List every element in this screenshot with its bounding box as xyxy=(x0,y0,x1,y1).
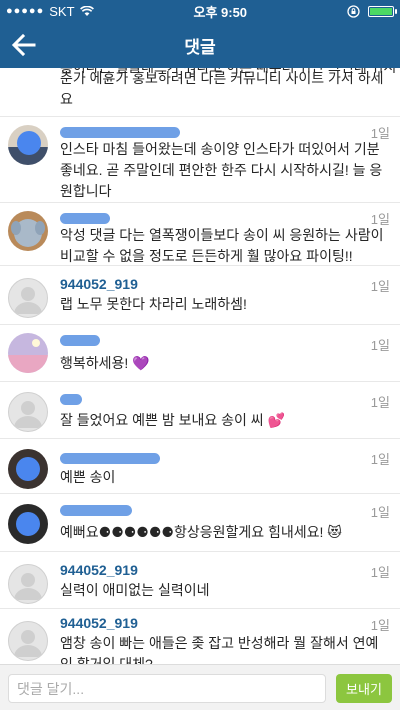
comment-list[interactable]: 홍이라는 멜들레트가 뭐라고 이른 때부터 쉬잔 그런데 위시 춘가 에휸가 홍… xyxy=(0,68,400,664)
divider xyxy=(0,116,400,117)
status-right xyxy=(347,4,397,18)
username-redacted[interactable] xyxy=(60,335,100,346)
avatar[interactable] xyxy=(8,564,48,604)
page-title: 댓글 xyxy=(184,37,216,57)
avatar[interactable] xyxy=(8,449,48,489)
username-redacted[interactable] xyxy=(60,505,132,516)
username[interactable]: 944052_919 xyxy=(60,615,138,631)
clipped-text-line: 홍이라는 멜들레트가 뭐라고 이른 때부터 쉬잔 그런데 위시 xyxy=(60,68,396,78)
comment-time: 1일 xyxy=(370,338,390,353)
comment-text: 인스타 마침 들어왔는데 송이양 인스타가 떠있어서 기분좋네요. 곧 주말인데… xyxy=(60,141,383,199)
avatar[interactable] xyxy=(8,125,48,165)
comment-text: 악성 댓글 다는 열폭쟁이들보다 송이 씨 응원하는 사람이 비교할 수 없을 … xyxy=(60,227,384,264)
comment-fragment: 홍이라는 멜들레트가 뭐라고 이른 때부터 쉬잔 그런데 위시 춘가 에휸가 홍… xyxy=(60,68,396,110)
rotation-lock-icon xyxy=(347,4,360,18)
username-redacted[interactable] xyxy=(60,213,110,224)
status-left: ●●●●● SKT xyxy=(6,4,94,19)
back-arrow-icon[interactable] xyxy=(10,31,38,59)
signal-dots-icon: ●●●●● xyxy=(6,5,45,17)
comment-time: 1일 xyxy=(370,505,390,520)
divider xyxy=(0,608,400,609)
comment-text: 랩 노무 못한다 차라리 노래하셈! xyxy=(60,296,247,312)
username-redacted[interactable] xyxy=(60,127,180,138)
divider xyxy=(0,202,400,203)
default-avatar-icon xyxy=(14,630,42,657)
divider xyxy=(0,493,400,494)
username-redacted[interactable] xyxy=(60,394,82,405)
carrier-label: SKT xyxy=(49,3,75,19)
status-bar: ●●●●● SKT 오후 9:50 xyxy=(0,0,400,22)
avatar[interactable] xyxy=(8,621,48,661)
avatar[interactable] xyxy=(8,211,48,251)
username[interactable]: 944052_919 xyxy=(60,562,138,578)
comment-text: 실력이 애미없는 실력이네 xyxy=(60,582,210,598)
divider xyxy=(0,324,400,325)
comment-text: 행복하세용! 💜 xyxy=(60,355,150,371)
divider xyxy=(0,551,400,552)
comment-time: 1일 xyxy=(370,395,390,410)
comment-input-bar: 보내기 xyxy=(0,664,400,710)
status-time: 오후 9:50 xyxy=(193,4,248,20)
send-button[interactable]: 보내기 xyxy=(336,674,392,703)
wifi-icon xyxy=(79,5,94,16)
battery-icon xyxy=(368,5,397,17)
comment-time: 1일 xyxy=(370,565,390,580)
header-bar: 댓글 xyxy=(0,22,400,68)
comment-text: 잘 들었어요 예쁜 밤 보내요 송이 씨 💕 xyxy=(60,412,285,428)
avatar[interactable] xyxy=(8,278,48,318)
default-avatar-icon xyxy=(14,287,42,314)
comment-text: 앰창 송이 빠는 애들은 좆 잡고 반성해라 뭘 잘해서 연예인 할거임 대체? xyxy=(60,635,379,664)
comment-text: 예쁜 송이 xyxy=(60,469,116,485)
avatar[interactable] xyxy=(8,392,48,432)
divider xyxy=(0,381,400,382)
username[interactable]: 944052_919 xyxy=(60,276,138,292)
comment-time: 1일 xyxy=(370,452,390,467)
divider xyxy=(0,438,400,439)
comment-time: 1일 xyxy=(370,279,390,294)
comment-time: 1일 xyxy=(370,618,390,633)
comment-text: 예뻐요⚈⚈⚈⚈⚈⚈항상응원할게요 힘내세요! 😻 xyxy=(60,524,342,540)
comment-input[interactable] xyxy=(8,674,326,703)
avatar[interactable] xyxy=(8,333,48,373)
divider xyxy=(0,265,400,266)
avatar[interactable] xyxy=(8,504,48,544)
default-avatar-icon xyxy=(14,573,42,600)
default-avatar-icon xyxy=(14,401,42,428)
username-redacted[interactable] xyxy=(60,453,160,464)
